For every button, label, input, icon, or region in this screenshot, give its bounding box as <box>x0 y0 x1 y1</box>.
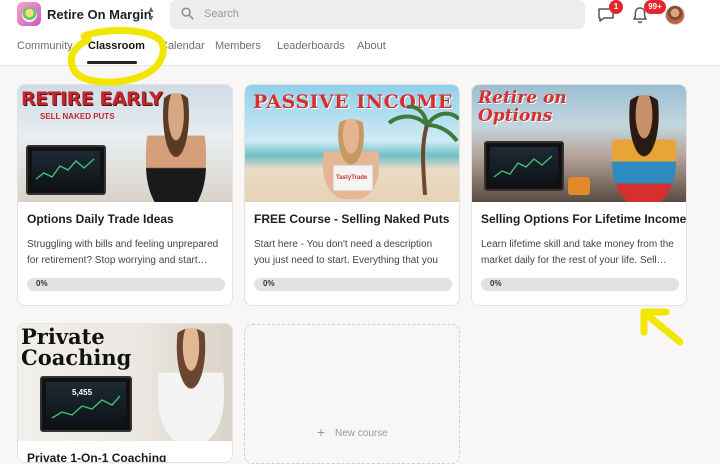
new-course-button[interactable]: + New course <box>244 324 460 464</box>
thumbnail-title: Retire on Options <box>478 88 567 126</box>
active-tab-indicator <box>87 61 137 64</box>
course-title: Private 1-On-1 Coaching <box>27 451 167 463</box>
group-switcher-icon[interactable]: ▴ ▾ <box>144 5 158 24</box>
user-avatar[interactable] <box>665 5 685 25</box>
tab-members[interactable]: Members <box>215 40 261 52</box>
tab-leaderboards[interactable]: Leaderboards <box>277 40 345 52</box>
laptop-screen-value: 5,455 <box>72 388 93 397</box>
course-title: Options Daily Trade Ideas <box>27 212 174 226</box>
laptop-image: 5,455 <box>40 376 132 432</box>
thumbnail-subtitle: SELL NAKED PUTS <box>40 112 115 121</box>
group-logo[interactable] <box>17 2 41 26</box>
arrow-annotation <box>640 308 684 346</box>
thumbnail-title-line2: Coaching <box>21 345 132 370</box>
laptop-brand-label: TastyTrade <box>336 175 368 181</box>
search-bar[interactable]: Search <box>170 0 585 29</box>
course-thumbnail: PASSIVE INCOME TastyTrade <box>245 85 459 202</box>
top-bar: Retire On Margin ▴ ▾ Search 1 99+ <box>0 0 720 66</box>
plus-icon: + <box>317 424 326 440</box>
thumbnail-title: RETIRE EARLY <box>21 88 163 110</box>
coffee-cup-image <box>568 177 590 195</box>
tab-calendar[interactable]: Calendar <box>160 40 205 52</box>
course-card[interactable]: PASSIVE INCOME TastyTrade FREE Course - … <box>244 84 460 306</box>
progress-bar: 0% <box>481 278 679 291</box>
course-title: FREE Course - Selling Naked Puts <box>254 212 450 226</box>
laptop-image: TastyTrade <box>333 165 373 191</box>
tab-classroom[interactable]: Classroom <box>88 40 145 52</box>
course-card[interactable]: Private Coaching 5,455 Private 1-On-1 Co… <box>17 323 233 463</box>
progress-label: 0% <box>490 279 502 288</box>
laptop-image <box>484 141 564 191</box>
course-thumbnail: Retire on Options <box>472 85 686 202</box>
progress-label: 0% <box>263 279 275 288</box>
course-description: Start here - You don't need a descriptio… <box>254 239 438 266</box>
laptop-image <box>26 145 106 195</box>
chat-badge: 1 <box>609 0 623 14</box>
group-name[interactable]: Retire On Margin <box>47 7 152 22</box>
course-title: Selling Options For Lifetime Income <box>481 212 687 226</box>
tab-about[interactable]: About <box>357 40 386 52</box>
search-icon <box>181 7 194 20</box>
course-card[interactable]: RETIRE EARLY SELL NAKED PUTS Options Dai… <box>17 84 233 306</box>
palm-tree-image <box>387 105 459 195</box>
course-thumbnail: Private Coaching 5,455 <box>18 324 232 441</box>
course-card[interactable]: Retire on Options Selling Options For Li… <box>471 84 687 306</box>
new-course-label: New course <box>335 428 388 439</box>
tab-community[interactable]: Community <box>17 40 73 52</box>
progress-label: 0% <box>36 279 48 288</box>
course-description: Learn lifetime skill and take money from… <box>481 239 674 266</box>
search-placeholder: Search <box>204 8 239 20</box>
course-thumbnail: RETIRE EARLY SELL NAKED PUTS <box>18 85 232 202</box>
progress-bar: 0% <box>27 278 225 291</box>
notifications-badge: 99+ <box>644 0 666 14</box>
progress-bar: 0% <box>254 278 452 291</box>
course-description: Struggling with bills and feeling unprep… <box>27 239 219 266</box>
